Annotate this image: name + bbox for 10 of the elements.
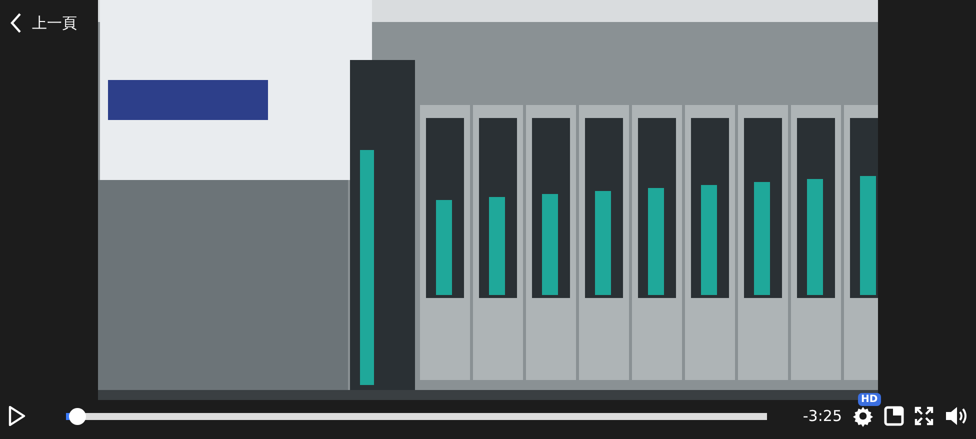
volume-button[interactable] (944, 405, 968, 427)
settings-button[interactable] (852, 405, 874, 427)
back-link[interactable]: 上一頁 (0, 8, 98, 38)
time-remaining: -3:25 (802, 407, 842, 425)
fullscreen-button[interactable] (914, 406, 934, 426)
play-button[interactable] (8, 406, 26, 426)
hd-badge: HD (858, 393, 881, 406)
progress-thumb[interactable] (68, 408, 86, 424)
chevron-left-icon (10, 12, 22, 34)
miniplayer-button[interactable] (884, 406, 904, 426)
